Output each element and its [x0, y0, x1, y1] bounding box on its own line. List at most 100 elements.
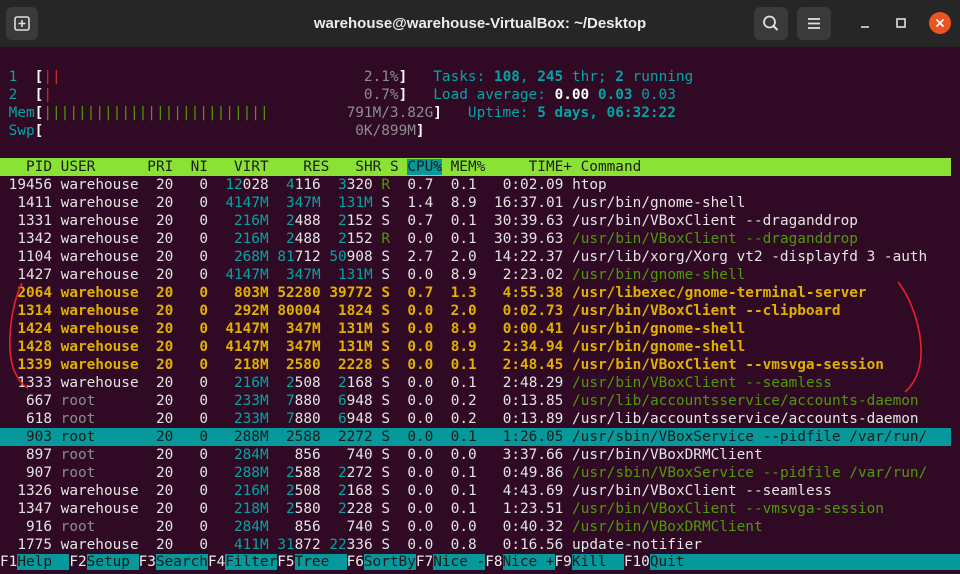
- minimize-button[interactable]: [854, 12, 876, 34]
- function-key-f9-label[interactable]: Kill: [571, 554, 624, 570]
- function-key-f8-label[interactable]: Nice +: [502, 554, 555, 570]
- function-key-f10[interactable]: F10: [624, 554, 650, 570]
- function-key-f3-label[interactable]: Search: [155, 554, 208, 570]
- virt-cell: 12028: [225, 177, 268, 193]
- process-row[interactable]: 1775 warehouse 20 0 411M 31872 22336 S 0…: [0, 536, 951, 554]
- process-row[interactable]: 1411 warehouse 20 0 4147M 347M 131M S 1.…: [0, 194, 951, 212]
- mem-cell: 1.3: [450, 285, 477, 301]
- command-cell: /usr/sbin/VBoxService --pidfile /var/run…: [572, 429, 928, 445]
- function-key-f4[interactable]: F4: [208, 554, 225, 570]
- time-cell: 2:34.94: [502, 339, 564, 355]
- pri-cell: 20: [155, 393, 174, 409]
- process-row[interactable]: 618 root 20 0 233M 7880 6948 S 0.0 0.2 0…: [0, 410, 951, 428]
- function-key-f3[interactable]: F3: [139, 554, 156, 570]
- maximize-icon: [896, 18, 906, 28]
- process-row[interactable]: 1104 warehouse 20 0 268M 81712 50908 S 2…: [0, 248, 951, 266]
- function-key-f6[interactable]: F6: [347, 554, 364, 570]
- time-cell: 0:00.41: [502, 321, 564, 337]
- virt-cell-magnitude: 4147M: [225, 195, 269, 211]
- process-row[interactable]: 916 root 20 0 284M 856 740 S 0.0 0.0 0:4…: [0, 518, 951, 536]
- virt-cell: 233M: [234, 411, 269, 427]
- terminal-area[interactable]: 1 [|| 2.1%] Tasks: 108, 245 thr; 2 runni…: [0, 47, 960, 574]
- column-header-mem[interactable]: MEM%: [451, 159, 486, 175]
- state-cell: S: [381, 267, 390, 283]
- user-cell: warehouse: [60, 285, 139, 301]
- function-key-f8[interactable]: F8: [485, 554, 502, 570]
- close-icon: [935, 18, 945, 28]
- shr-cell: 2272: [337, 429, 373, 445]
- virt-cell: 4147M: [225, 267, 268, 283]
- process-row[interactable]: 667 root 20 0 233M 7880 6948 S 0.0 0.2 0…: [0, 392, 951, 410]
- process-row[interactable]: 1314 warehouse 20 0 292M 80004 1824 S 0.…: [0, 302, 951, 320]
- process-row[interactable]: 1424 warehouse 20 0 4147M 347M 131M S 0.…: [0, 320, 951, 338]
- pid-cell: 1314: [17, 303, 52, 319]
- command-cell: /usr/libexec/gnome-terminal-server: [572, 285, 867, 301]
- load-5: 0.03: [597, 87, 633, 103]
- shr-cell-units: 168: [346, 483, 373, 499]
- command-cell: /usr/bin/VBoxClient --vmsvga-session: [572, 501, 884, 517]
- column-header-time[interactable]: TIME+: [529, 159, 572, 175]
- time-cell: 1:23.51: [502, 501, 564, 517]
- process-row[interactable]: 1428 warehouse 20 0 4147M 347M 131M S 0.…: [0, 338, 951, 356]
- process-row[interactable]: 1331 warehouse 20 0 216M 2488 2152 S 0.7…: [0, 212, 951, 230]
- process-table-header[interactable]: PID USER PRI NI VIRT RES SHR S CPU% MEM%…: [0, 158, 951, 176]
- column-header-res[interactable]: RES: [303, 159, 329, 175]
- virt-cell: 218M: [233, 357, 269, 373]
- column-header-pri[interactable]: PRI: [147, 159, 173, 175]
- function-key-f2-label[interactable]: Setup: [86, 554, 139, 570]
- ni-cell: 0: [199, 465, 208, 481]
- function-key-f1[interactable]: F1: [0, 554, 17, 570]
- process-row[interactable]: 1326 warehouse 20 0 216M 2508 2168 S 0.0…: [0, 482, 951, 500]
- column-header-state[interactable]: S: [390, 159, 399, 175]
- menu-button[interactable]: [797, 7, 831, 40]
- pid-cell: 1427: [17, 267, 52, 283]
- mem-cell: 0.1: [450, 177, 477, 193]
- time-cell: 30:39.63: [494, 213, 564, 229]
- process-row[interactable]: 1347 warehouse 20 0 218M 2580 2228 S 0.0…: [0, 500, 951, 518]
- column-header-command[interactable]: Command: [581, 159, 642, 175]
- search-button[interactable]: [754, 7, 788, 40]
- function-key-f9[interactable]: F9: [555, 554, 572, 570]
- process-row[interactable]: 1339 warehouse 20 0 218M 2580 2228 S 0.0…: [0, 356, 951, 374]
- time-cell: 2:48.29: [502, 375, 564, 391]
- pid-cell: 897: [26, 447, 52, 463]
- close-button[interactable]: [929, 12, 951, 34]
- process-row[interactable]: 1427 warehouse 20 0 4147M 347M 131M S 0.…: [0, 266, 951, 284]
- column-header-pid[interactable]: PID: [0, 159, 52, 175]
- maximize-button[interactable]: [890, 12, 912, 34]
- function-key-f5-label[interactable]: Tree: [294, 554, 347, 570]
- process-row[interactable]: 2064 warehouse 20 0 803M 52280 39772 S 0…: [0, 284, 951, 302]
- function-key-f2[interactable]: F2: [69, 554, 86, 570]
- column-header-shr[interactable]: SHR: [355, 159, 381, 175]
- time-cell: 0:13.89: [502, 411, 564, 427]
- function-key-f6-label[interactable]: SortBy: [363, 554, 416, 570]
- process-row[interactable]: 897 root 20 0 284M 856 740 S 0.0 0.0 3:3…: [0, 446, 951, 464]
- process-row[interactable]: 907 root 20 0 288M 2588 2272 S 0.0 0.1 0…: [0, 464, 951, 482]
- process-row[interactable]: 1333 warehouse 20 0 216M 2508 2168 S 0.0…: [0, 374, 951, 392]
- cpu-cell: 0.0: [407, 501, 434, 517]
- res-cell-thousands: 2: [285, 465, 295, 481]
- function-key-f5[interactable]: F5: [277, 554, 294, 570]
- process-row[interactable]: 1342 warehouse 20 0 216M 2488 2152 R 0.0…: [0, 230, 951, 248]
- mem-cell: 8.9: [450, 321, 477, 337]
- user-cell: warehouse: [60, 339, 139, 355]
- shr-cell: 2152: [338, 213, 373, 229]
- command-cell: /usr/bin/gnome-shell: [572, 267, 746, 283]
- process-row[interactable]: 903 root 20 0 288M 2588 2272 S 0.0 0.1 1…: [0, 428, 951, 446]
- sep: ,: [519, 69, 538, 85]
- ni-cell: 0: [199, 429, 208, 445]
- function-key-f7-label[interactable]: Nice -: [433, 554, 486, 570]
- res-cell: 52280: [277, 285, 321, 301]
- function-key-f4-label[interactable]: Filter: [225, 554, 278, 570]
- virt-cell: 4147M: [225, 321, 269, 337]
- function-key-f10-label[interactable]: Quit: [649, 554, 702, 570]
- time-cell: 0:49.86: [502, 465, 564, 481]
- function-key-f7[interactable]: F7: [416, 554, 433, 570]
- process-row[interactable]: 19456 warehouse 20 0 12028 4116 3320 R 0…: [0, 176, 951, 194]
- cpu-cell: 0.0: [407, 411, 434, 427]
- column-header-cpu[interactable]: CPU%: [407, 159, 442, 175]
- column-header-ni[interactable]: NI: [191, 159, 208, 175]
- function-key-f1-label[interactable]: Help: [17, 554, 70, 570]
- column-header-virt[interactable]: VIRT: [234, 159, 269, 175]
- column-header-user[interactable]: USER: [61, 159, 96, 175]
